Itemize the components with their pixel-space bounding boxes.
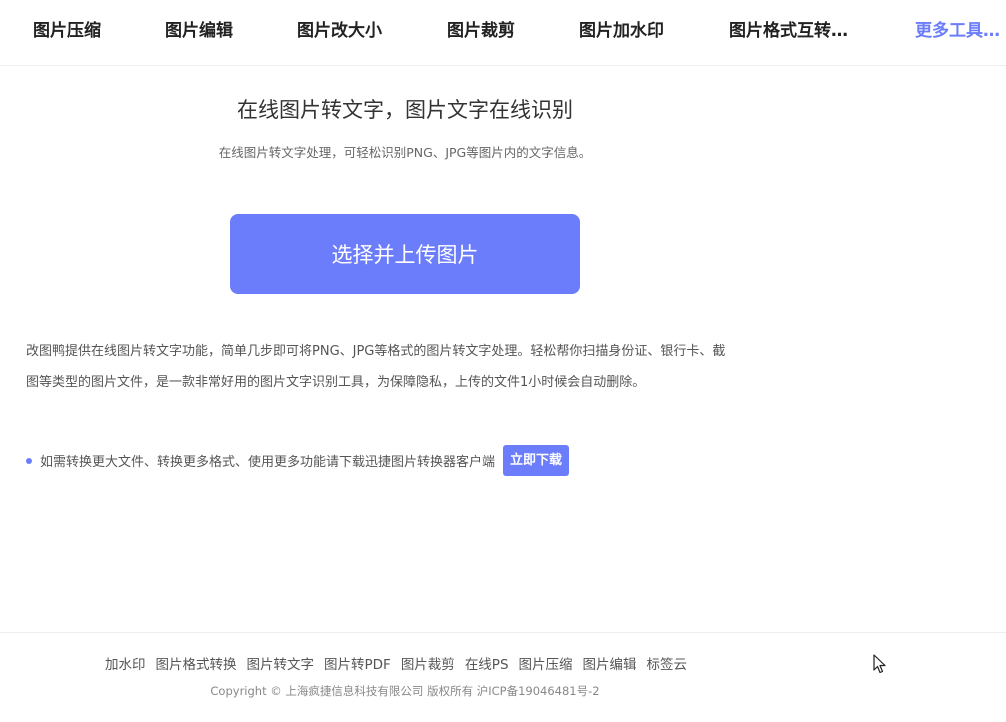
download-now-button[interactable]: 立即下载 — [503, 445, 570, 476]
nav-more-tools[interactable]: 更多工具… — [915, 0, 1000, 62]
description-line: 图等类型的图片文件，是一款非常好用的图片文字识别工具，为保障隐私，上传的文件1小… — [26, 375, 646, 390]
download-tip-text: 如需转换更大文件、转换更多格式、使用更多功能请下载迅捷图片转换器客户端 — [40, 455, 496, 470]
description-line: 改图鸭提供在线图片转文字功能，简单几步即可将PNG、JPG等格式的图片转文字处理… — [26, 344, 726, 359]
page-title: 在线图片转文字，图片文字在线识别 — [237, 98, 573, 122]
footer-link-image-to-text[interactable]: 图片转文字 — [247, 653, 315, 673]
nav-item-image-watermark[interactable]: 图片加水印 — [579, 0, 664, 62]
footer-link-format-convert[interactable]: 图片格式转换 — [156, 653, 237, 673]
nav-item-image-edit[interactable]: 图片编辑 — [165, 0, 233, 62]
page-subtitle: 在线图片转文字处理，可轻松识别PNG、JPG等图片内的文字信息。 — [218, 145, 592, 160]
footer: 加水印 图片格式转换 图片转文字 图片转PDF 图片裁剪 在线PS 图片压缩 图… — [0, 632, 1006, 722]
nav-item-image-resize[interactable]: 图片改大小 — [297, 0, 382, 62]
mouse-cursor-icon — [873, 654, 886, 674]
footer-links: 加水印 图片格式转换 图片转文字 图片转PDF 图片裁剪 在线PS 图片压缩 图… — [105, 653, 687, 673]
nav-item-image-crop[interactable]: 图片裁剪 — [447, 0, 515, 62]
bullet-dot-icon — [26, 457, 32, 464]
top-nav: 图片压缩 图片编辑 图片改大小 图片裁剪 图片加水印 图片格式互转… 更多工具… — [0, 0, 1006, 66]
nav-item-format-convert[interactable]: 图片格式互转… — [729, 0, 848, 62]
footer-link-image-edit[interactable]: 图片编辑 — [583, 653, 637, 673]
upload-image-button[interactable]: 选择并上传图片 — [230, 214, 580, 294]
footer-link-image-to-pdf[interactable]: 图片转PDF — [324, 653, 391, 673]
copyright-text: Copyright © 上海疯捷信息科技有限公司 版权所有 沪ICP备19046… — [210, 684, 600, 698]
footer-link-image-compress[interactable]: 图片压缩 — [519, 653, 573, 673]
footer-link-watermark[interactable]: 加水印 — [105, 653, 146, 673]
footer-link-online-ps[interactable]: 在线PS — [465, 653, 509, 673]
footer-link-image-crop[interactable]: 图片裁剪 — [401, 653, 455, 673]
nav-item-image-compress[interactable]: 图片压缩 — [33, 0, 101, 62]
footer-link-tag-cloud[interactable]: 标签云 — [647, 653, 688, 673]
download-tip: 如需转换更大文件、转换更多格式、使用更多功能请下载迅捷图片转换器客户端 立即下载 — [26, 445, 570, 476]
feature-description: 改图鸭提供在线图片转文字功能，简单几步即可将PNG、JPG等格式的图片转文字处理… — [26, 336, 796, 398]
